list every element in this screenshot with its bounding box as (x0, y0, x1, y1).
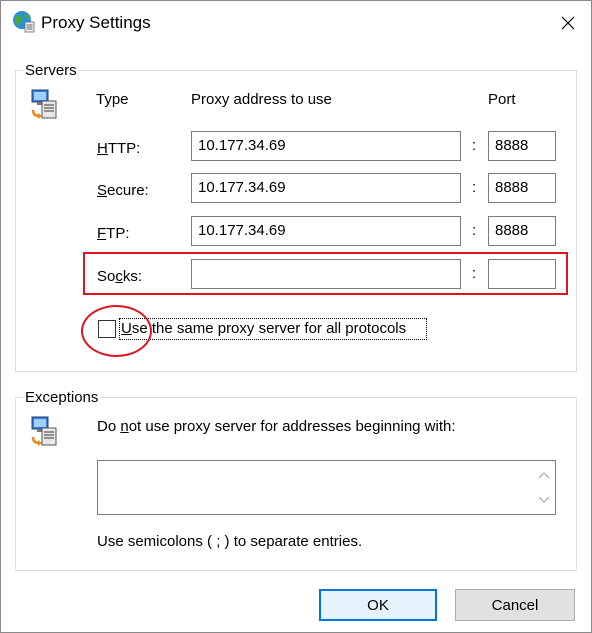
servers-group-label: Servers (23, 62, 79, 79)
http-label-rest: TTP: (107, 140, 141, 157)
checkbox-highlight-circle (81, 305, 152, 357)
network-computer-icon (31, 416, 57, 446)
network-computer-icon (31, 89, 57, 119)
exceptions-group-label: Exceptions (23, 389, 101, 406)
http-label: HTTP: (97, 140, 140, 157)
exceptions-description-access-key: n (120, 418, 129, 435)
close-button[interactable] (545, 1, 591, 45)
ftp-label-access-key: F (97, 225, 107, 242)
ftp-label-rest: TP: (106, 225, 130, 242)
window-title: Proxy Settings (41, 13, 151, 32)
secure-address-input[interactable]: 10.177.34.69 (191, 173, 461, 203)
column-header-type: Type (96, 91, 129, 108)
title-bar: Proxy Settings (1, 1, 591, 45)
column-header-port: Port (488, 91, 516, 108)
exceptions-textarea[interactable] (97, 460, 556, 515)
scroll-down-button[interactable] (535, 491, 553, 509)
secure-colon: : (472, 179, 477, 196)
scroll-up-button[interactable] (535, 466, 553, 484)
ftp-colon: : (472, 222, 477, 239)
exceptions-description: Do not use proxy server for addresses be… (97, 418, 456, 435)
ok-button[interactable]: OK (319, 589, 437, 621)
chevron-up-icon (538, 472, 550, 479)
globe-settings-icon (13, 11, 35, 33)
same-proxy-label-text: se the same proxy server for all protoco… (131, 320, 407, 337)
secure-port-input[interactable]: 8888 (488, 173, 556, 203)
exceptions-hint: Use semicolons ( ; ) to separate entries… (97, 533, 363, 550)
proxy-settings-dialog: Proxy Settings Servers Type Proxy addres… (0, 0, 592, 633)
same-proxy-label[interactable]: Use the same proxy server for all protoc… (121, 320, 406, 337)
close-icon (561, 16, 575, 30)
http-colon: : (472, 137, 477, 154)
chevron-down-icon (538, 496, 550, 503)
http-address-input[interactable]: 10.177.34.69 (191, 131, 461, 161)
ftp-label: FTP: (97, 225, 130, 242)
ftp-port-input[interactable]: 8888 (488, 216, 556, 246)
cancel-button[interactable]: Cancel (455, 589, 575, 621)
secure-label-access-key: S (97, 182, 108, 199)
http-label-access-key: H (97, 140, 108, 157)
column-header-address: Proxy address to use (191, 91, 332, 108)
secure-label-rest: ecure: (107, 182, 149, 199)
http-port-input[interactable]: 8888 (488, 131, 556, 161)
exceptions-description-prefix: Do (97, 418, 121, 435)
ftp-address-input[interactable]: 10.177.34.69 (191, 216, 461, 246)
socks-highlight-box (83, 252, 568, 295)
exceptions-description-rest: ot use proxy server for addresses beginn… (128, 418, 456, 435)
secure-label: Secure: (97, 182, 149, 199)
